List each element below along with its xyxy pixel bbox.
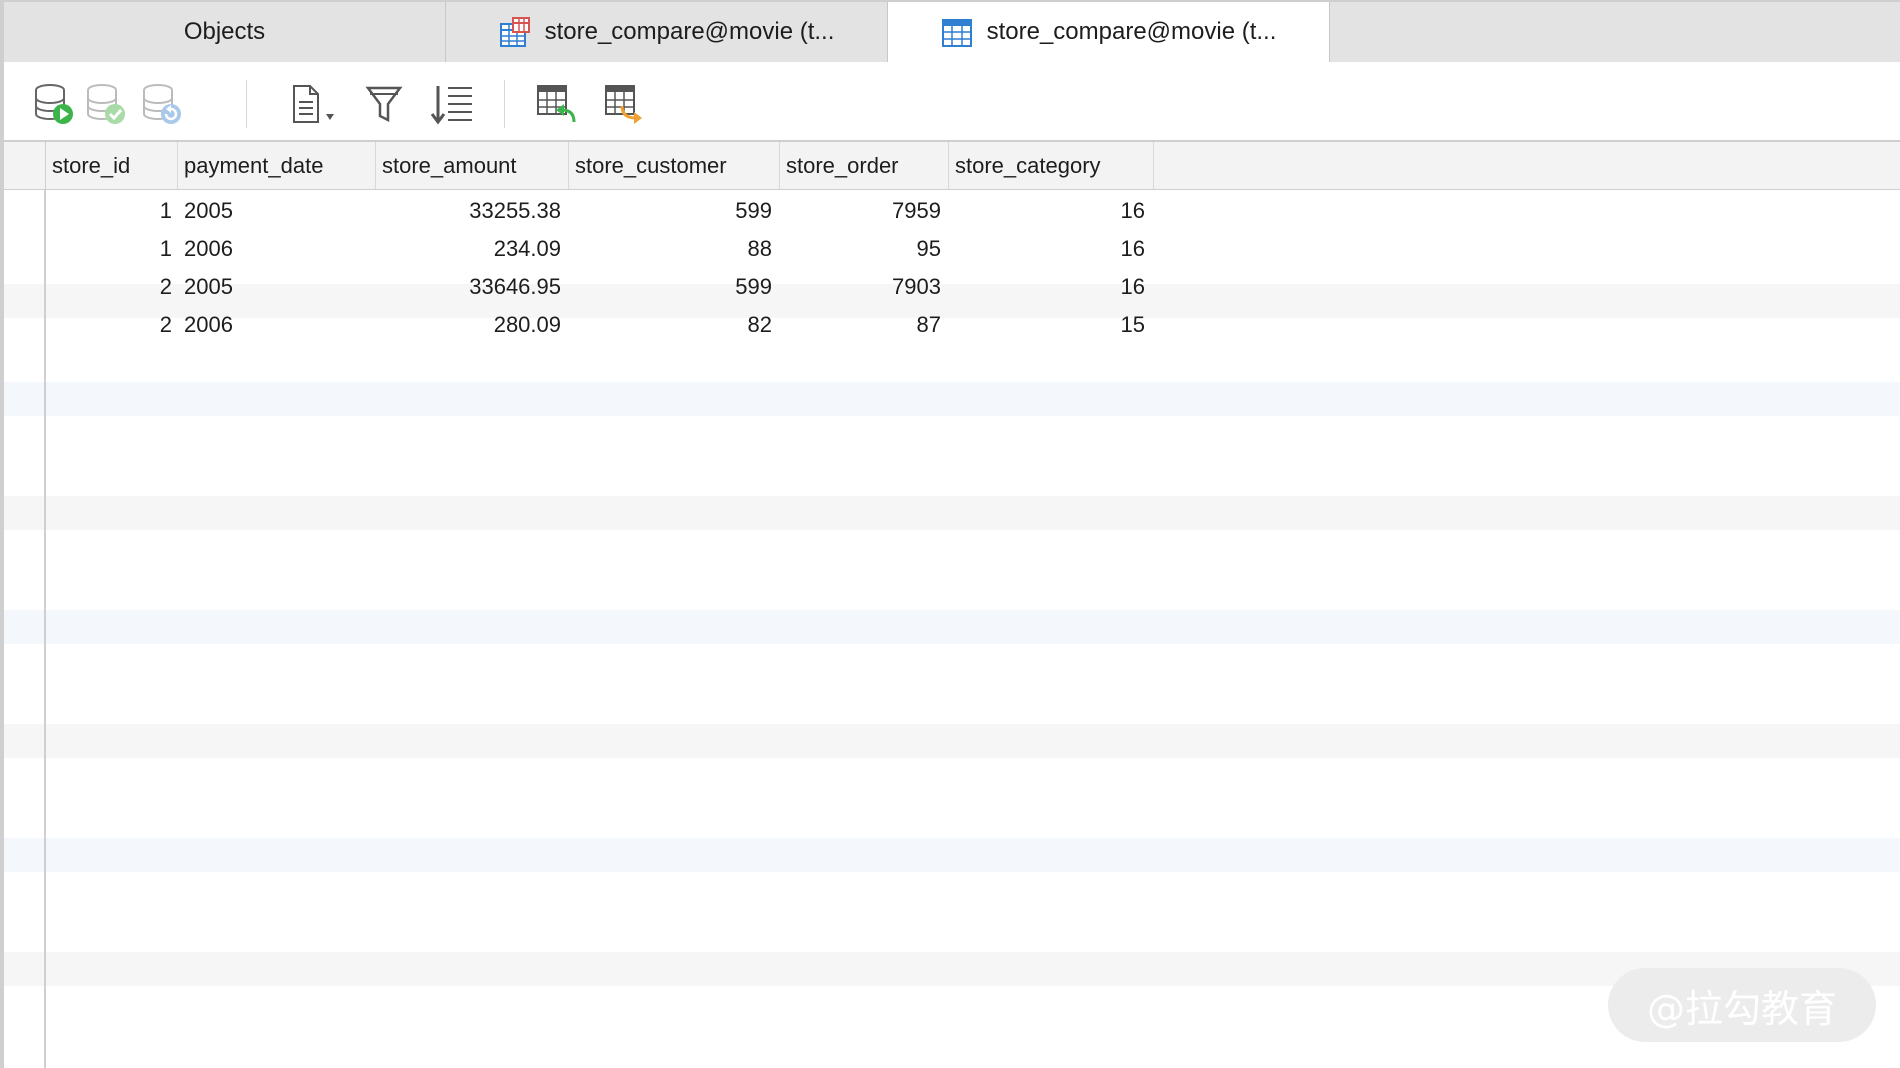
toolbar-divider (504, 80, 505, 128)
cell-payment-date[interactable]: 2006 (184, 230, 364, 268)
cell-store-amount[interactable]: 280.09 (376, 306, 561, 344)
tab-store-compare-2[interactable]: store_compare@movie (t... (888, 2, 1330, 62)
cell-store-category[interactable]: 15 (949, 306, 1145, 344)
table-row[interactable]: 1 2006 234.09 88 95 16 (46, 230, 1896, 268)
commit-button[interactable] (84, 82, 128, 126)
toolbar (4, 62, 1900, 142)
cell-store-customer[interactable]: 88 (569, 230, 772, 268)
column-header-store-customer[interactable]: store_customer (569, 142, 780, 189)
row-stripe (4, 724, 1900, 758)
toolbar-divider (246, 80, 247, 128)
export-icon (605, 85, 642, 124)
data-grid[interactable]: 1 2005 33255.38 599 7959 16 1 2006 234.0… (4, 190, 1900, 1068)
cell-payment-date[interactable]: 2006 (184, 306, 364, 344)
import-button[interactable] (534, 82, 578, 126)
cell-store-order[interactable]: 95 (780, 230, 941, 268)
column-header-store-id[interactable]: store_id (46, 142, 178, 189)
begin-transaction-button[interactable] (32, 82, 76, 126)
export-button[interactable] (602, 82, 646, 126)
filter-button[interactable] (362, 82, 406, 126)
cell-store-customer[interactable]: 599 (569, 268, 772, 306)
cell-store-category[interactable]: 16 (949, 192, 1145, 230)
grid-header: store_id payment_date store_amount store… (4, 142, 1900, 190)
column-header-store-category[interactable]: store_category (949, 142, 1154, 189)
commit-icon (87, 84, 125, 124)
cell-store-customer[interactable]: 599 (569, 192, 772, 230)
cell-payment-date[interactable]: 2005 (184, 192, 364, 230)
row-selector-header[interactable] (4, 142, 46, 189)
cell-store-id[interactable]: 2 (46, 306, 172, 344)
cell-store-amount[interactable]: 33646.95 (376, 268, 561, 306)
cell-store-amount[interactable]: 234.09 (376, 230, 561, 268)
tab-objects[interactable]: Objects (4, 2, 446, 62)
import-icon (537, 85, 576, 123)
row-stripe (4, 610, 1900, 644)
row-stripe (4, 838, 1900, 872)
cell-store-customer[interactable]: 82 (569, 306, 772, 344)
sort-button[interactable] (430, 82, 474, 126)
cell-payment-date[interactable]: 2005 (184, 268, 364, 306)
cell-store-category[interactable]: 16 (949, 268, 1145, 306)
table-blue-icon (941, 16, 973, 48)
begin-transaction-icon (35, 84, 73, 124)
cell-store-category[interactable]: 16 (949, 230, 1145, 268)
cell-store-amount[interactable]: 33255.38 (376, 192, 561, 230)
cell-store-id[interactable]: 2 (46, 268, 172, 306)
table-row[interactable]: 2 2005 33646.95 599 7903 16 (46, 268, 1896, 306)
table-row[interactable]: 1 2005 33255.38 599 7959 16 (46, 192, 1896, 230)
text-view-icon (293, 85, 334, 123)
column-header-store-amount[interactable]: store_amount (376, 142, 569, 189)
watermark: @拉勾教育 (1608, 968, 1876, 1042)
table-row[interactable]: 2 2006 280.09 82 87 15 (46, 306, 1896, 344)
tab-label: store_compare@movie (t... (986, 18, 1277, 45)
row-stripe (4, 496, 1900, 530)
tab-label: store_compare@movie (t... (544, 18, 835, 45)
tab-bar: Objects store_compare@movie (t... store_… (4, 0, 1900, 62)
table-red-icon (499, 16, 531, 48)
sort-icon (430, 86, 472, 125)
cell-store-order[interactable]: 7959 (780, 192, 941, 230)
rollback-button[interactable] (140, 82, 184, 126)
filter-icon (365, 86, 403, 123)
column-header-payment-date[interactable]: payment_date (178, 142, 376, 189)
column-header-store-order[interactable]: store_order (780, 142, 949, 189)
text-view-button[interactable] (286, 82, 346, 126)
row-stripe (4, 382, 1900, 416)
cell-store-id[interactable]: 1 (46, 230, 172, 268)
cell-store-order[interactable]: 87 (780, 306, 941, 344)
cell-store-order[interactable]: 7903 (780, 268, 941, 306)
rollback-icon (143, 84, 181, 124)
tab-store-compare-1[interactable]: store_compare@movie (t... (446, 2, 888, 62)
cell-store-id[interactable]: 1 (46, 192, 172, 230)
tab-label: Objects (183, 18, 266, 45)
